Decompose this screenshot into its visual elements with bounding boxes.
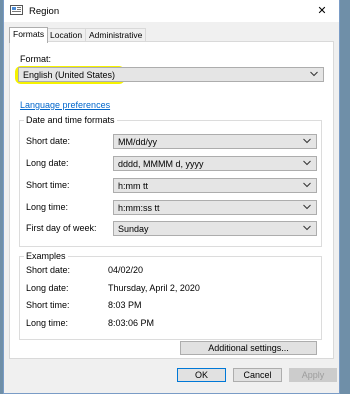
format-dropdown[interactable]: English (United States) [18, 67, 324, 82]
short-time-value: h:mm tt [118, 181, 149, 191]
button-label: Cancel [243, 370, 272, 380]
tab-label: Location [50, 30, 83, 40]
apply-button: Apply [289, 368, 337, 382]
tab-label: Administrative [89, 30, 143, 40]
short-time-label: Short time: [26, 180, 70, 190]
button-label: Additional settings... [208, 343, 289, 353]
short-date-value: MM/dd/yy [118, 137, 158, 147]
cancel-button[interactable]: Cancel [233, 368, 282, 382]
first-day-of-week-label: First day of week: [26, 223, 97, 233]
close-button[interactable]: ✕ [305, 0, 339, 22]
long-time-label: Long time: [26, 202, 69, 212]
group-title: Date and time formats [24, 115, 117, 125]
example-long-time-value: 8:03:06 PM [108, 318, 155, 328]
chevron-down-icon [303, 138, 311, 144]
example-short-date-value: 04/02/20 [108, 265, 144, 275]
long-date-label: Long date: [26, 158, 69, 168]
example-long-date-value: Thursday, April 2, 2020 [108, 283, 200, 293]
button-label: OK [194, 370, 208, 380]
short-time-dropdown[interactable]: h:mm tt [113, 178, 317, 193]
example-long-time-label: Long time: [26, 318, 69, 328]
window-title: Region [29, 6, 60, 17]
short-date-label: Short date: [26, 136, 71, 146]
chevron-down-icon [303, 225, 311, 231]
formats-panel: Format: English (United States) Language… [9, 41, 334, 359]
additional-settings-button[interactable]: Additional settings... [180, 341, 317, 355]
short-date-dropdown[interactable]: MM/dd/yy [113, 134, 317, 149]
tab-label: Formats [13, 29, 45, 39]
chevron-down-icon [310, 71, 318, 77]
title-bar: Region ✕ [4, 0, 339, 22]
ok-button[interactable]: OK [177, 368, 226, 382]
long-date-value: dddd, MMMM d, yyyy [118, 159, 204, 169]
format-label: Format: [20, 54, 52, 64]
tab-formats[interactable]: Formats [9, 27, 49, 43]
region-app-icon [10, 5, 23, 15]
example-short-time-label: Short time: [26, 300, 70, 310]
tab-location[interactable]: Location [46, 28, 87, 42]
button-label: Apply [301, 370, 325, 380]
chevron-down-icon [303, 182, 311, 188]
first-day-of-week-value: Sunday [118, 224, 149, 234]
chevron-down-icon [303, 160, 311, 166]
format-value: English (United States) [23, 70, 116, 80]
example-long-date-label: Long date: [26, 283, 69, 293]
first-day-of-week-dropdown[interactable]: Sunday [113, 221, 317, 236]
long-time-value: h:mm:ss tt [118, 203, 160, 213]
region-dialog: Region ✕ Formats Location Administrative… [3, 0, 340, 394]
group-title: Examples [24, 251, 68, 261]
example-short-date-label: Short date: [26, 265, 71, 275]
chevron-down-icon [303, 204, 311, 210]
long-time-dropdown[interactable]: h:mm:ss tt [113, 200, 317, 215]
date-time-formats-group: Date and time formats Short date: MM/dd/… [19, 115, 322, 247]
long-date-dropdown[interactable]: dddd, MMMM d, yyyy [113, 156, 317, 171]
examples-group: Examples Short date: 04/02/20 Long date:… [19, 251, 322, 340]
close-icon: ✕ [317, 5, 327, 17]
tab-administrative[interactable]: Administrative [85, 28, 147, 42]
example-short-time-value: 8:03 PM [108, 300, 142, 310]
language-preferences-link[interactable]: Language preferences [20, 100, 110, 110]
